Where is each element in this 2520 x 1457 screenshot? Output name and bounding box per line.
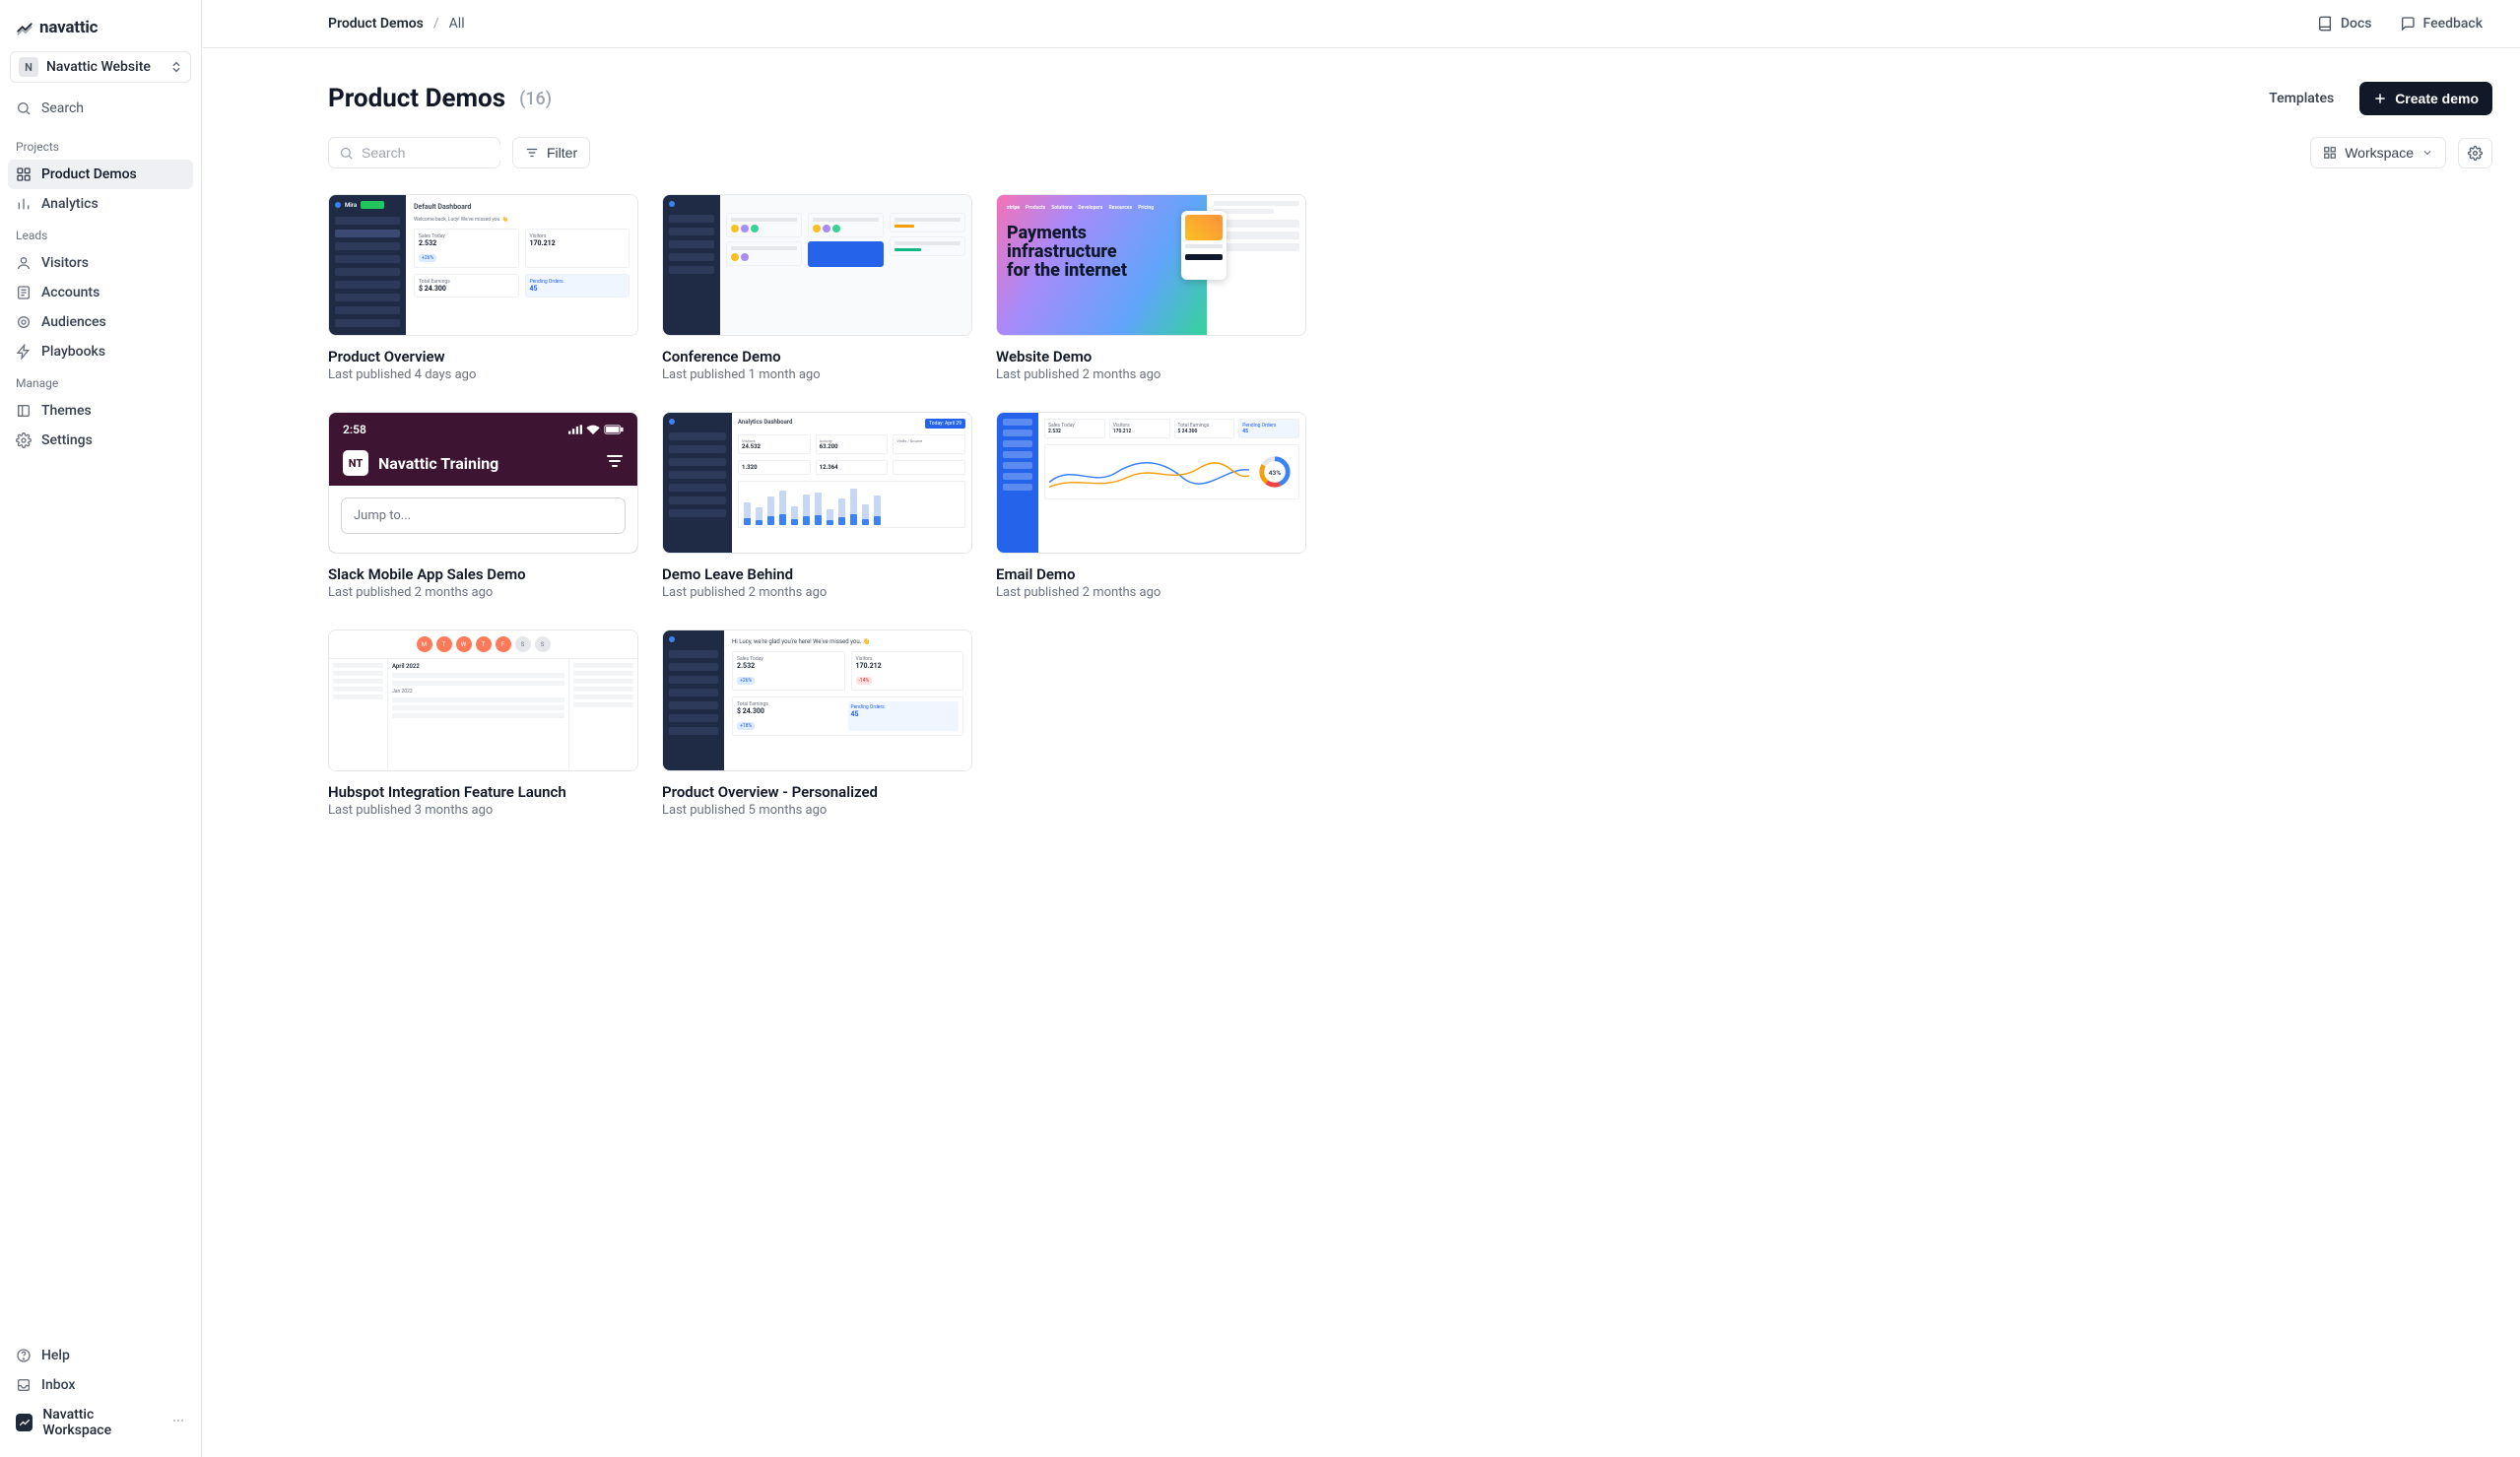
sidebar-item-accounts[interactable]: Accounts [8, 278, 193, 307]
filter-icon [606, 454, 624, 472]
demo-card[interactable]: Mira Default Dashboard Welcome back, Luc… [328, 194, 638, 382]
sidebar-item-label: Visitors [41, 255, 89, 271]
sidebar-item-label: Settings [41, 432, 93, 448]
svg-text:43%: 43% [1269, 469, 1282, 477]
sidebar-item-analytics[interactable]: Analytics [8, 189, 193, 219]
demo-card[interactable]: Sales Today2.532 Visitors170.212 Total E… [996, 412, 1306, 600]
sidebar-item-label: Audiences [41, 314, 106, 330]
demo-card[interactable]: stripeProductsSolutionsDevelopersResourc… [996, 194, 1306, 382]
sidebar-item-label: Themes [41, 403, 92, 419]
demo-card[interactable]: Conference Demo Last published 1 month a… [662, 194, 972, 382]
demo-thumbnail: stripeProductsSolutionsDevelopersResourc… [996, 194, 1306, 336]
sidebar-item-playbooks[interactable]: Playbooks [8, 337, 193, 366]
sidebar-item-audiences[interactable]: Audiences [8, 307, 193, 337]
demo-subtitle: Last published 5 months ago [662, 803, 972, 818]
slack-status-icons [568, 423, 624, 436]
workspace-footer-icon [16, 1414, 33, 1431]
search-trigger[interactable]: Search [10, 95, 191, 122]
workspace-avatar: N [19, 57, 38, 77]
demo-thumbnail: Sales Today2.532 Visitors170.212 Total E… [996, 412, 1306, 554]
slack-jump-input: Jump to... [341, 497, 626, 534]
brand-logomark [16, 19, 33, 36]
demo-thumbnail [662, 194, 972, 336]
demo-subtitle: Last published 2 months ago [996, 585, 1306, 600]
demo-subtitle: Last published 2 months ago [662, 585, 972, 600]
demo-thumbnail: 2:58 NT Navattic Training [328, 412, 638, 554]
feedback-label: Feedback [2423, 16, 2483, 32]
sidebar: navattic N Navattic Website Search Proje… [0, 0, 202, 1457]
create-demo-label: Create demo [2395, 91, 2479, 106]
demo-title: Product Overview - Personalized [662, 783, 972, 801]
demo-subtitle: Last published 2 months ago [996, 367, 1306, 382]
search-label: Search [41, 100, 84, 116]
sidebar-item-label: Help [41, 1348, 70, 1363]
sidebar-section-leads: Leads [0, 219, 201, 248]
demo-subtitle: Last published 3 months ago [328, 803, 638, 818]
page-title: Product Demos [328, 84, 505, 113]
more-icon[interactable] [171, 1414, 185, 1431]
demo-thumbnail: Analytics DashboardToday: April 29 Visit… [662, 412, 972, 554]
demo-subtitle: Last published 4 days ago [328, 367, 638, 382]
sidebar-item-label: Playbooks [41, 344, 105, 360]
sidebar-item-product-demos[interactable]: Product Demos [8, 160, 193, 189]
demo-grid: Mira Default Dashboard Welcome back, Luc… [328, 194, 2492, 818]
view-label: Workspace [2345, 145, 2414, 161]
demo-title: Conference Demo [662, 348, 972, 365]
sidebar-item-label: Accounts [41, 285, 99, 300]
brand-logo[interactable]: navattic [0, 12, 201, 51]
slack-workspace-title: Navattic Training [378, 454, 498, 473]
breadcrumb-separator: / [433, 16, 439, 32]
filter-button[interactable]: Filter [512, 137, 590, 168]
demo-subtitle: Last published 1 month ago [662, 367, 972, 382]
sidebar-item-help[interactable]: Help [8, 1341, 193, 1370]
slack-time: 2:58 [343, 423, 366, 436]
demo-title: Slack Mobile App Sales Demo [328, 565, 638, 583]
demo-title: Demo Leave Behind [662, 565, 972, 583]
sidebar-item-label: Inbox [41, 1377, 75, 1393]
demo-card[interactable]: MTW TF SS April 2022 Jan 2022 [328, 629, 638, 818]
sidebar-item-settings[interactable]: Settings [8, 426, 193, 455]
sidebar-item-inbox[interactable]: Inbox [8, 1370, 193, 1400]
sidebar-item-label: Analytics [41, 196, 99, 212]
demo-search-box[interactable] [328, 137, 500, 168]
docs-label: Docs [2341, 16, 2372, 32]
demo-thumbnail: Hi Lucy, we're glad you're here! We've m… [662, 629, 972, 771]
demo-subtitle: Last published 2 months ago [328, 585, 638, 600]
sidebar-section-projects: Projects [0, 130, 201, 160]
workspace-footer-label: Navattic Workspace [42, 1407, 162, 1438]
demo-thumbnail: MTW TF SS April 2022 Jan 2022 [328, 629, 638, 771]
topbar: Product Demos / All Docs Feedback [202, 0, 2520, 48]
workspace-name: Navattic Website [46, 59, 163, 75]
breadcrumb-current: All [449, 16, 465, 32]
templates-link[interactable]: Templates [2257, 83, 2346, 114]
demo-title: Email Demo [996, 565, 1306, 583]
docs-link[interactable]: Docs [2307, 10, 2382, 37]
sidebar-workspace-footer[interactable]: Navattic Workspace [8, 1400, 193, 1445]
demo-card[interactable]: Hi Lucy, we're glad you're here! We've m… [662, 629, 972, 818]
view-settings-button[interactable] [2458, 138, 2492, 168]
demo-title: Hubspot Integration Feature Launch [328, 783, 638, 801]
view-selector[interactable]: Workspace [2310, 137, 2446, 168]
sidebar-section-manage: Manage [0, 366, 201, 396]
workspace-selector[interactable]: N Navattic Website [10, 51, 191, 83]
breadcrumb-root[interactable]: Product Demos [328, 16, 424, 32]
filter-label: Filter [547, 145, 577, 161]
demo-thumbnail: Mira Default Dashboard Welcome back, Luc… [328, 194, 638, 336]
demo-title: Product Overview [328, 348, 638, 365]
chevron-up-down-icon [170, 60, 182, 74]
feedback-link[interactable]: Feedback [2390, 10, 2492, 37]
sidebar-item-label: Product Demos [41, 166, 137, 182]
create-demo-button[interactable]: Create demo [2359, 82, 2492, 115]
demo-title: Website Demo [996, 348, 1306, 365]
breadcrumb: Product Demos / All [328, 16, 465, 32]
slack-workspace-icon: NT [343, 450, 368, 476]
page-count: (16) [519, 89, 552, 109]
controls-row: Filter Workspace [328, 137, 2492, 168]
demo-card[interactable]: 2:58 NT Navattic Training [328, 412, 638, 600]
sidebar-item-themes[interactable]: Themes [8, 396, 193, 426]
sidebar-item-visitors[interactable]: Visitors [8, 248, 193, 278]
demo-card[interactable]: Analytics DashboardToday: April 29 Visit… [662, 412, 972, 600]
page-header: Product Demos (16) Templates Create demo [328, 82, 2492, 115]
brand-name: navattic [39, 18, 98, 37]
